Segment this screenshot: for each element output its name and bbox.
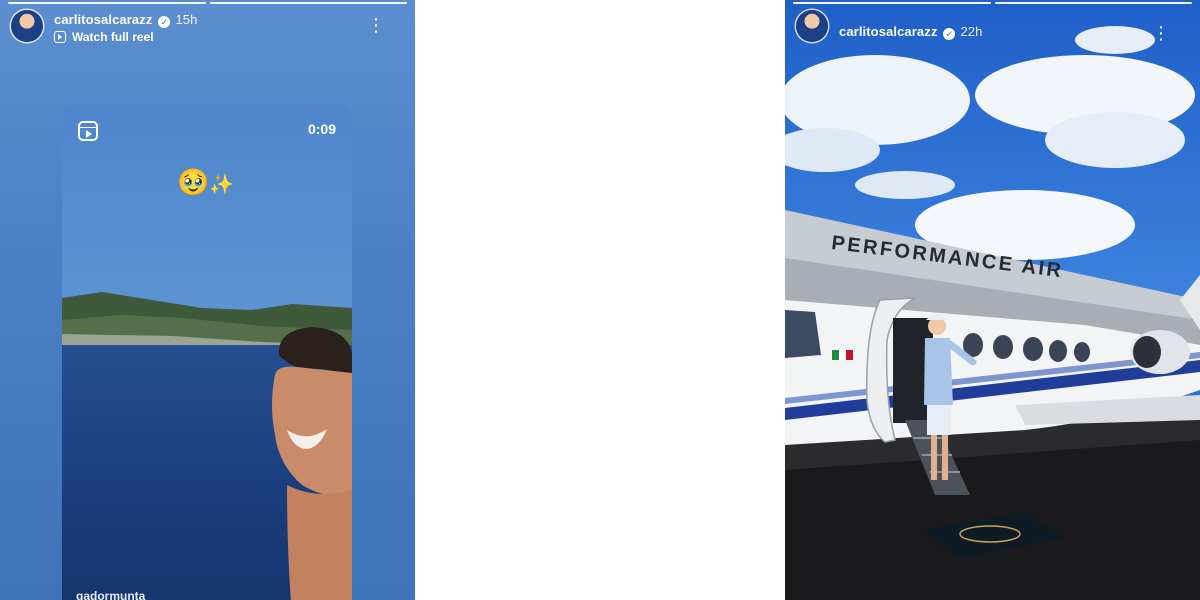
post-time: 15h: [175, 12, 198, 27]
avatar[interactable]: [11, 10, 43, 42]
progress-segment: [793, 2, 991, 4]
kebab-icon[interactable]: ⋮: [367, 16, 385, 34]
story-progress-bar: [793, 2, 1192, 4]
watch-full-reel-label: Watch full reel: [72, 30, 154, 44]
pleading-face-emoji: 🥹: [177, 167, 210, 197]
story-panel-right[interactable]: PERFORMANCE AIR carlitosalcarazz ✓ 22h ⋮: [785, 0, 1200, 600]
username[interactable]: carlitosalcarazz: [839, 24, 937, 39]
reel-small-icon: [54, 31, 66, 43]
story-header: carlitosalcarazz ✓ 15h Watch full reel ⋮: [11, 10, 403, 46]
reel-author[interactable]: gadormunta: [76, 589, 145, 600]
reel-icon: [78, 121, 98, 141]
reel-duration: 0:09: [307, 121, 336, 137]
reel-preview-card[interactable]: 0:09 🥹✨ gadormunta: [62, 105, 352, 600]
username-row: carlitosalcarazz ✓ 22h: [839, 24, 982, 40]
smiling-man-illustration: [272, 327, 352, 600]
emoji-sticker: 🥹✨: [177, 167, 234, 200]
story-header: carlitosalcarazz ✓ 22h ⋮: [796, 10, 1188, 46]
progress-segment: [994, 2, 1192, 4]
private-jet-photo: [785, 0, 1200, 600]
sparkles-emoji: ✨: [209, 174, 235, 196]
post-time: 22h: [960, 24, 983, 39]
story-panel-left[interactable]: carlitosalcarazz ✓ 15h Watch full reel ⋮ 0…: [0, 0, 415, 600]
progress-segment: [209, 2, 407, 4]
username-row: carlitosalcarazz ✓ 15h: [54, 12, 197, 28]
username[interactable]: carlitosalcarazz: [54, 12, 152, 27]
verified-badge-icon: ✓: [158, 16, 171, 28]
avatar[interactable]: [796, 10, 828, 42]
verified-badge-icon: ✓: [943, 28, 956, 40]
kebab-icon[interactable]: ⋮: [1152, 24, 1170, 42]
story-progress-bar: [8, 2, 407, 4]
watch-full-reel-link[interactable]: Watch full reel: [54, 30, 154, 44]
progress-segment: [8, 2, 206, 4]
